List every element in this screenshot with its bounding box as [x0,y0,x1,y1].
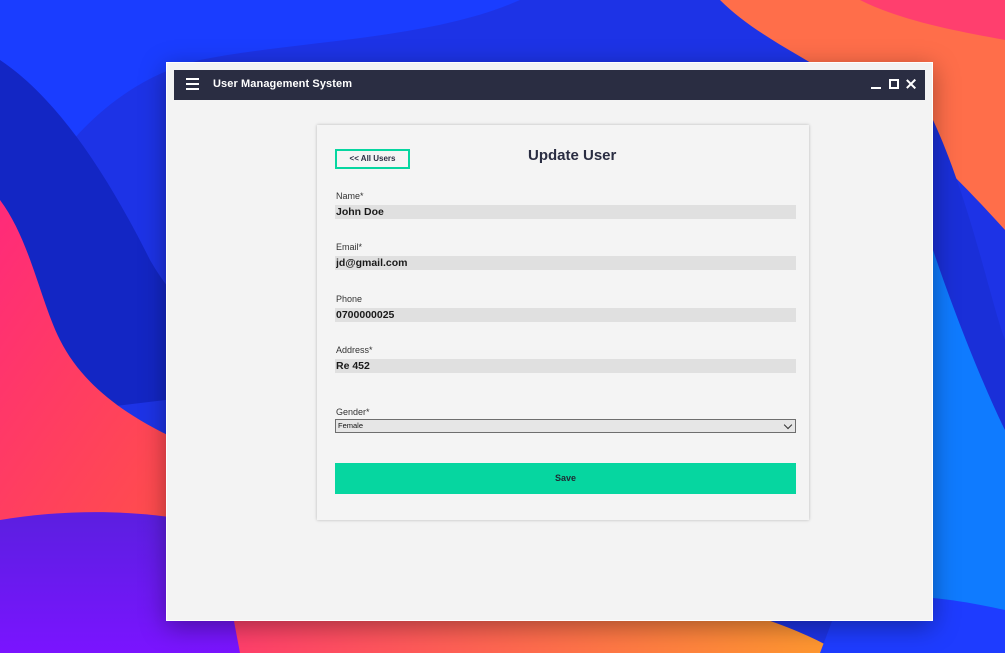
minimize-icon[interactable] [870,78,882,90]
update-user-form: << All Users Update User Name* Email* Ph… [317,125,809,520]
desktop: User Management System << All Users Upda… [0,0,1005,653]
app-title: User Management System [213,78,353,90]
chevron-down-icon [783,420,793,430]
form-title: Update User [528,147,617,164]
all-users-button[interactable]: << All Users [335,149,410,169]
address-label: Address* [336,345,373,355]
title-bar: User Management System [174,70,925,100]
app-window: User Management System << All Users Upda… [166,62,933,621]
phone-label: Phone [336,294,363,304]
address-field[interactable] [335,359,796,373]
email-field[interactable] [335,256,796,270]
gender-select-value: Female [338,421,364,430]
name-label: Name* [336,191,364,201]
phone-field[interactable] [335,308,796,322]
hamburger-icon[interactable] [186,78,199,90]
name-field[interactable] [335,205,796,219]
email-label: Email* [336,242,363,252]
gender-select[interactable]: Female [335,419,796,433]
close-icon[interactable] [905,78,917,90]
maximize-icon[interactable] [888,78,900,90]
gender-label: Gender* [336,407,370,417]
save-button[interactable]: Save [335,463,796,494]
